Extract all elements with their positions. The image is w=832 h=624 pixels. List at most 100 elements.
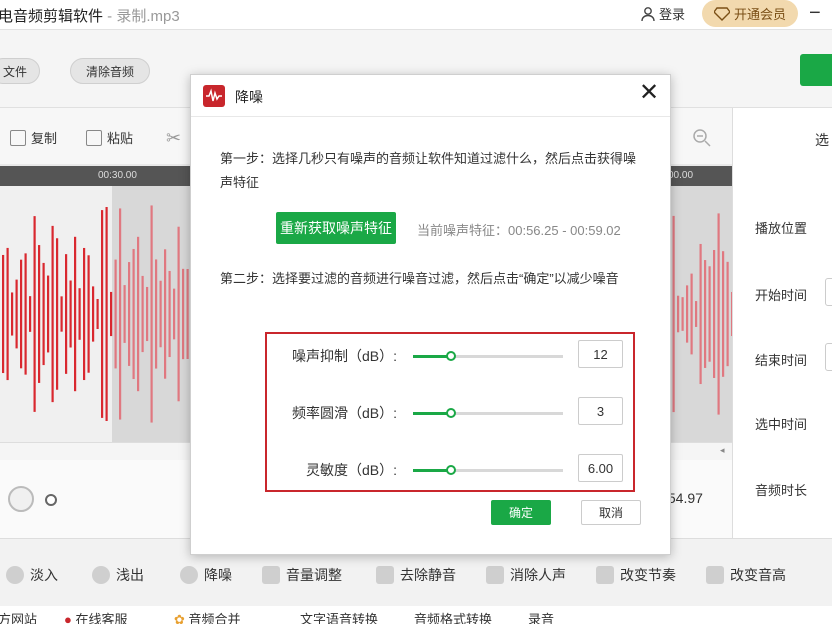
refetch-noise-button[interactable]: 重新获取噪声特征 xyxy=(276,212,396,244)
clear-audio-label: 清除音频 xyxy=(85,64,134,79)
copy-icon xyxy=(10,129,26,146)
speaker-icon xyxy=(262,566,280,584)
play-position-label: 播放位置 xyxy=(755,221,808,236)
timeline-tick: 00.00 xyxy=(668,170,694,181)
remove-vocals-label: 消除人声 xyxy=(510,567,566,583)
zoom-out-button[interactable] xyxy=(692,128,712,148)
cancel-button[interactable]: 取消 xyxy=(581,500,641,525)
ok-button[interactable]: 确定 xyxy=(491,500,551,525)
volume-button[interactable]: 音量调整 xyxy=(262,565,342,585)
clear-audio-button[interactable]: 清除音频 xyxy=(70,58,150,84)
vip-button[interactable]: 开通会员 xyxy=(702,0,798,27)
change-tempo-label: 改变节奏 xyxy=(620,567,676,583)
support-link[interactable]: ● 在线客服 xyxy=(64,609,128,624)
param-value-input[interactable]: 12 xyxy=(578,340,623,368)
change-pitch-button[interactable]: 改变音高 xyxy=(706,565,786,585)
param-slider-knob[interactable] xyxy=(445,465,456,475)
waveform-bar xyxy=(690,273,693,355)
start-time-input[interactable] xyxy=(825,278,832,306)
cancel-label: 取消 xyxy=(598,506,623,520)
waveform-bar xyxy=(29,296,32,332)
waveform-bar xyxy=(173,288,176,340)
param-slider[interactable] xyxy=(413,465,563,475)
file-name: 录制.mp3 xyxy=(116,8,180,25)
waveform-bar xyxy=(114,259,117,369)
cut-button[interactable]: ✂ xyxy=(166,128,181,149)
waveform-bar xyxy=(713,250,716,378)
scroll-right-icon[interactable]: ◂ xyxy=(720,445,725,456)
denoise-button[interactable]: 降噪 xyxy=(180,565,232,585)
param-slider-knob[interactable] xyxy=(445,351,456,361)
waveform-bar xyxy=(110,291,113,337)
paste-icon xyxy=(86,129,102,146)
param-slider-fill xyxy=(413,412,451,415)
close-icon[interactable]: ✕ xyxy=(639,81,659,105)
website-link[interactable]: 方网站 xyxy=(0,609,37,624)
remove-silence-label: 去除静音 xyxy=(400,567,456,583)
waveform-bar xyxy=(101,210,104,418)
fade-out-button[interactable]: 浅出 xyxy=(92,565,144,585)
diamond-icon xyxy=(713,6,730,21)
support-icon: ● xyxy=(64,612,72,624)
format-link[interactable]: 音频格式转换 xyxy=(414,609,492,624)
window-menu-icon[interactable]: − xyxy=(809,2,821,25)
param-slider[interactable] xyxy=(413,408,563,418)
playback-slider[interactable] xyxy=(45,494,57,506)
waveform-bar xyxy=(96,298,99,330)
waveform-bar xyxy=(177,226,180,402)
param-value-input[interactable]: 6.00 xyxy=(578,454,623,482)
copy-button[interactable]: 复制 xyxy=(10,128,57,147)
current-noise-feature: 当前噪声特征：00:56.25 - 00:59.02 xyxy=(417,223,621,238)
copy-label: 复制 xyxy=(31,131,58,146)
remove-silence-button[interactable]: 去除静音 xyxy=(376,565,456,585)
waveform-bar xyxy=(51,225,54,403)
step-two-text: 第二步：选择要过滤的音频进行噪音过滤，然后点击“确定”以减少噪音 xyxy=(220,271,619,286)
ok-label: 确定 xyxy=(508,506,533,520)
merge-link[interactable]: ✿ 音频合并 xyxy=(174,609,241,624)
waveform-bar xyxy=(74,236,77,392)
dialog-header: 降噪 ✕ xyxy=(191,75,670,117)
step-one-text: 第一步：选择几秒只有噪声的音频让软件知道过滤什么，然后点击获得噪声特征 xyxy=(220,151,637,190)
end-time-input[interactable] xyxy=(825,343,832,371)
waveform-bar xyxy=(695,301,698,327)
param-slider[interactable] xyxy=(413,351,563,361)
waveform-bar xyxy=(672,215,675,413)
login-button[interactable]: 登录 xyxy=(640,4,685,23)
record-link[interactable]: 录音 xyxy=(528,609,554,624)
play-button[interactable] xyxy=(8,486,34,512)
change-tempo-button[interactable]: 改变节奏 xyxy=(596,565,676,585)
merge-icon: ✿ xyxy=(174,612,185,624)
mute-icon xyxy=(376,566,394,584)
app-logo-icon xyxy=(203,85,225,107)
waveform-bar xyxy=(56,238,59,390)
export-button[interactable] xyxy=(800,54,832,86)
paste-button[interactable]: 粘贴 xyxy=(86,128,133,147)
param-value-input[interactable]: 3 xyxy=(578,397,623,425)
waveform-bar xyxy=(105,207,108,421)
user-icon xyxy=(641,6,655,21)
waveform-bar xyxy=(47,275,50,353)
remove-vocals-button[interactable]: 消除人声 xyxy=(486,565,566,585)
vocals-icon xyxy=(486,566,504,584)
waveform-bar xyxy=(65,254,68,374)
waveform-bar xyxy=(677,295,680,333)
waveform-bar xyxy=(164,249,167,379)
open-file-button[interactable]: 文件 xyxy=(0,58,40,84)
waveform-bar xyxy=(78,288,81,340)
param-slider-fill xyxy=(413,469,451,472)
param-label: 灵敏度（dB）: xyxy=(305,462,397,478)
param-label: 噪声抑制（dB）: xyxy=(291,348,397,364)
waveform-bar xyxy=(146,286,149,342)
right-panel: 选 播放位置 开始时间 结束时间 选中时间 音频时长 xyxy=(732,108,832,538)
waveform-bar xyxy=(704,260,707,368)
param-slider-knob[interactable] xyxy=(445,408,456,418)
right-panel-header: 选 xyxy=(815,132,829,148)
waveform-bar xyxy=(33,216,36,412)
tts-link[interactable]: 文字语音转换 xyxy=(300,609,378,624)
fade-out-icon xyxy=(92,566,110,584)
fade-in-button[interactable]: 淡入 xyxy=(6,565,58,585)
waveform-bar xyxy=(83,247,86,381)
params-panel: 噪声抑制（dB）: 12 频率圆滑（dB）: 3 灵敏度（dB）: 6.00 xyxy=(265,332,635,492)
waveform-bar xyxy=(155,259,158,369)
audio-duration-label: 音频时长 xyxy=(755,483,808,498)
